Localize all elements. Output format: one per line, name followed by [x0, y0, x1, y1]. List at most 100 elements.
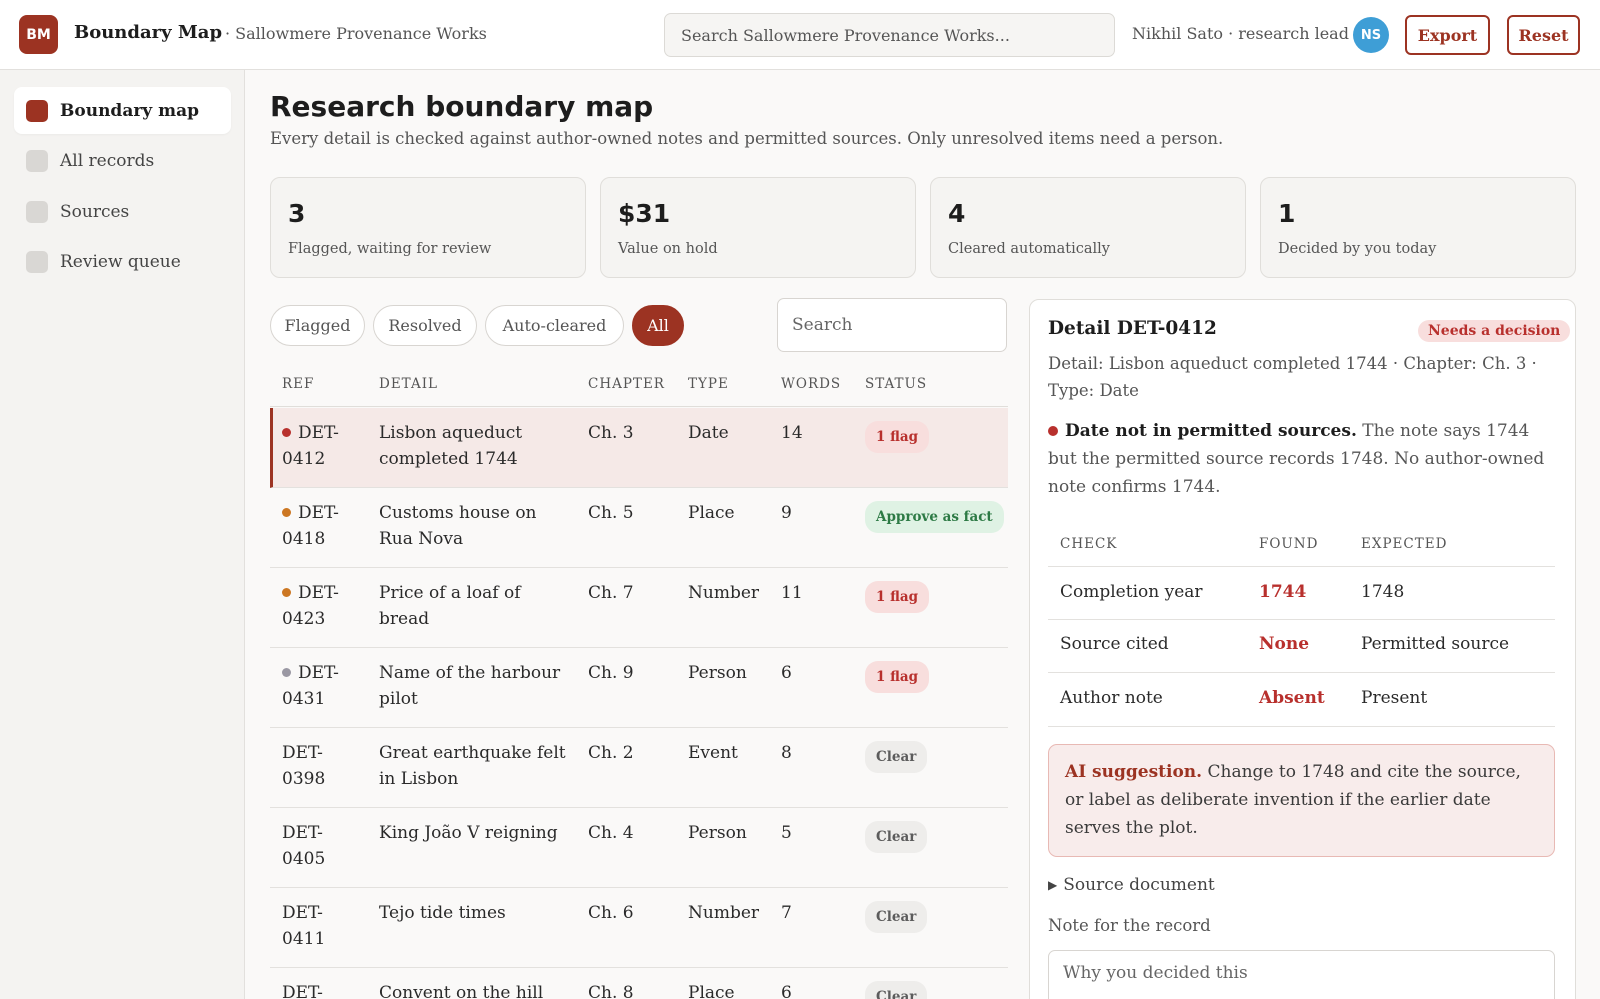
ref-number: 0411	[282, 929, 326, 949]
column-header-status[interactable]: Status	[865, 376, 927, 392]
row-detail: Convent on the hill	[379, 983, 544, 999]
row-words: 14	[781, 423, 803, 443]
table-row[interactable]: DET- 0412 Lisbon aqueduct completed 1744 …	[270, 408, 1008, 488]
status-badge: 1 flag	[865, 421, 930, 453]
ref-number: 0412	[282, 449, 326, 469]
row-words: 9	[781, 503, 792, 523]
row-detail: Tejo tide times	[379, 903, 506, 923]
check-expected: Present	[1361, 688, 1428, 708]
status-badge: 1 flag	[865, 661, 930, 693]
stat-card-cleared: 4 Cleared automatically	[930, 177, 1246, 278]
top-bar: BM Boundary Map · Sallowmere Provenance …	[0, 0, 1600, 70]
row-detail: Name of the harbour pilot	[379, 663, 561, 709]
filter-chip-auto-cleared[interactable]: Auto-cleared	[485, 305, 624, 346]
approve-as-fact-button[interactable]: Approve as fact	[865, 501, 1004, 533]
row-type: Number	[688, 583, 760, 603]
status-dot-icon	[282, 668, 291, 677]
column-header-chapter[interactable]: Chapter	[588, 376, 665, 392]
sidebar-item-boundary-map[interactable]: Boundary map	[14, 87, 231, 134]
check-name: Source cited	[1060, 634, 1169, 654]
row-ref: DET- 0405	[282, 820, 362, 872]
row-type: Place	[688, 503, 735, 523]
sources-icon	[26, 200, 48, 223]
source-document-label: Source document	[1063, 875, 1215, 895]
ref-prefix: DET-	[282, 823, 323, 843]
check-expected: 1748	[1361, 582, 1405, 602]
source-document-toggle[interactable]: ▶ Source document	[1048, 875, 1215, 895]
row-ref: DET-	[282, 983, 323, 999]
ref-prefix: DET-	[298, 423, 339, 443]
detail-title: Detail DET-0412	[1048, 318, 1217, 339]
table-header-divider	[270, 406, 1008, 407]
row-chapter: Ch. 3	[588, 423, 634, 443]
row-type: Person	[688, 823, 747, 843]
row-ref: DET- 0411	[282, 900, 362, 952]
workspace-name: · Sallowmere Provenance Works	[225, 24, 487, 43]
table-row[interactable]: DET- 0423 Price of a loaf of bread Ch. 7 …	[270, 568, 1008, 648]
stat-value: $31	[618, 199, 671, 228]
sidebar-item-label: Review queue	[60, 251, 181, 272]
status-badge: Clear	[865, 901, 928, 933]
row-ref: DET- 0418	[282, 500, 362, 552]
status-badge: Clear	[865, 741, 928, 773]
table-row[interactable]: DET- 0411 Tejo tide times Ch. 6 Number 7 …	[270, 888, 1008, 968]
row-words: 7	[781, 903, 792, 923]
reset-button[interactable]: Reset	[1507, 15, 1580, 55]
table-row[interactable]: DET- Convent on the hill Ch. 8 Place 6 C…	[270, 968, 1008, 999]
status-badge: Clear	[865, 821, 928, 853]
row-ref: DET- 0431	[282, 660, 362, 712]
divider	[1048, 566, 1555, 567]
note-input[interactable]	[1048, 950, 1555, 999]
avatar[interactable]: NS	[1353, 17, 1389, 53]
check-found: 1744	[1259, 582, 1307, 602]
row-detail: Price of a loaf of bread	[379, 583, 521, 629]
sidebar-item-all-records[interactable]: All records	[14, 137, 231, 184]
table-row[interactable]: DET- 0418 Customs house on Rua Nova Ch. 5…	[270, 488, 1008, 568]
column-header-type[interactable]: Type	[688, 376, 729, 392]
detail-panel: Detail DET-0412 Needs a decision Detail:…	[1029, 299, 1576, 999]
sidebar-item-review-queue[interactable]: Review queue	[14, 238, 231, 285]
check-name: Author note	[1060, 688, 1163, 708]
table-row[interactable]: DET- 0431 Name of the harbour pilot Ch. 9…	[270, 648, 1008, 728]
column-header-words[interactable]: Words	[781, 376, 841, 392]
row-words: 6	[781, 663, 792, 683]
column-header-detail[interactable]: Detail	[379, 376, 438, 392]
ref-prefix: DET-	[298, 663, 339, 683]
ref-prefix: DET-	[282, 743, 323, 763]
global-search-input[interactable]	[664, 13, 1115, 57]
filter-chip-all[interactable]: All	[632, 305, 684, 346]
ref-prefix: DET-	[282, 903, 323, 923]
row-words: 8	[781, 743, 792, 763]
row-status: Clear	[865, 821, 928, 853]
sidebar-item-sources[interactable]: Sources	[14, 188, 231, 235]
row-detail: Great earthquake felt in Lisbon	[379, 743, 566, 789]
alert-dot-icon	[1048, 426, 1058, 436]
stat-value: 3	[288, 199, 306, 228]
export-button[interactable]: Export	[1405, 15, 1490, 55]
table-row[interactable]: DET- 0398 Great earthquake felt in Lisbon…	[270, 728, 1008, 808]
row-words: 5	[781, 823, 792, 843]
filter-chip-resolved[interactable]: Resolved	[373, 305, 477, 346]
stat-card-value-on-hold: $31 Value on hold	[600, 177, 916, 278]
status-dot-icon	[282, 508, 291, 517]
column-header-ref[interactable]: Ref	[282, 376, 314, 392]
row-chapter: Ch. 9	[588, 663, 634, 683]
row-words: 6	[781, 983, 792, 999]
sidebar-item-label: Boundary map	[60, 100, 199, 121]
row-chapter: Ch. 7	[588, 583, 634, 603]
table-search-input[interactable]	[777, 298, 1007, 352]
all-records-icon	[26, 149, 48, 172]
ref-number: 0423	[282, 609, 326, 629]
sidebar-item-label: Sources	[60, 201, 130, 222]
filter-chip-flagged[interactable]: Flagged	[270, 305, 365, 346]
check-header: Check	[1060, 536, 1118, 552]
row-status: 1 flag	[865, 661, 930, 693]
row-ref: DET- 0398	[282, 740, 362, 792]
disclosure-triangle-icon: ▶	[1048, 878, 1058, 892]
app-title: Boundary Map	[74, 22, 223, 43]
table-row[interactable]: DET- 0405 King João V reigning Ch. 4 Pers…	[270, 808, 1008, 888]
row-status: Clear	[865, 981, 928, 999]
user-name: Nikhil Sato · research lead	[1132, 24, 1349, 43]
row-type: Date	[688, 423, 729, 443]
status-dot-icon	[282, 428, 291, 437]
